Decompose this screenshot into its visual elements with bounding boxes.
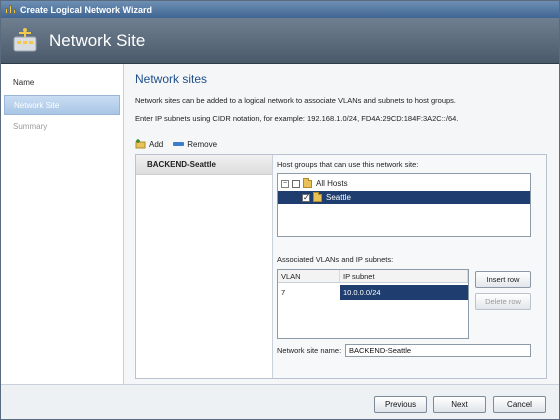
add-button[interactable]: Add [135, 139, 163, 149]
table-header: VLAN IP subnet [278, 270, 468, 283]
nav-item-name[interactable]: Name [4, 73, 120, 93]
insert-row-button[interactable]: Insert row [475, 271, 531, 288]
page-title: Network Site [49, 30, 146, 50]
wizard-footer: Previous Next Cancel [1, 384, 559, 419]
network-site-icon [11, 27, 39, 55]
tree-item-all-hosts[interactable]: − All Hosts [278, 177, 530, 190]
host-group-tree[interactable]: − All Hosts ✓ Seattle [277, 173, 531, 237]
site-name-label: Network site name: [277, 346, 342, 355]
folder-icon [303, 177, 312, 188]
tree-label: Seattle [326, 193, 351, 202]
previous-button[interactable]: Previous [374, 396, 427, 413]
nav-item-summary[interactable]: Summary [4, 117, 120, 137]
vlans-label: Associated VLANs and IP subnets: [277, 255, 394, 264]
add-label: Add [149, 139, 164, 149]
cidr-hint-text: Enter IP subnets using CIDR notation, fo… [135, 114, 459, 123]
remove-label: Remove [187, 139, 218, 149]
wizard-window: Create Logical Network Wizard Network Si… [0, 0, 560, 420]
table-row[interactable]: 7 10.0.0.0/24 [278, 285, 468, 300]
checkbox-seattle[interactable]: ✓ [302, 193, 310, 202]
list-item[interactable]: BACKEND-Seattle [136, 155, 272, 175]
section-heading: Network sites [135, 72, 208, 86]
remove-button[interactable]: Remove [173, 140, 217, 149]
site-list: BACKEND-Seattle [136, 155, 273, 378]
window-title: Create Logical Network Wizard [20, 4, 152, 15]
wizard-nav: Name Network Site Summary [1, 64, 124, 384]
network-site-panel: BACKEND-Seattle Host groups that can use… [135, 154, 547, 379]
folder-icon [313, 191, 322, 202]
tree-label: All Hosts [316, 179, 348, 188]
delete-row-button[interactable]: Delete row [475, 293, 531, 310]
checkbox-all-hosts[interactable] [292, 179, 300, 188]
add-icon [135, 139, 146, 149]
collapse-icon[interactable]: − [281, 179, 289, 188]
site-details: Host groups that can use this network si… [273, 155, 546, 378]
vlan-cell[interactable]: 7 [278, 285, 340, 300]
main-content: Network sites Network sites can be added… [125, 64, 559, 384]
column-header-vlan[interactable]: VLAN [278, 270, 340, 282]
host-groups-label: Host groups that can use this network si… [277, 160, 419, 169]
column-header-ip-subnet[interactable]: IP subnet [340, 270, 468, 282]
site-name-input[interactable] [345, 344, 531, 357]
site-toolbar: Add Remove [135, 137, 217, 151]
description-text: Network sites can be added to a logical … [135, 96, 457, 105]
subnet-cell[interactable]: 10.0.0.0/24 [340, 285, 468, 300]
nav-item-network-site[interactable]: Network Site [4, 95, 120, 115]
next-button[interactable]: Next [433, 396, 486, 413]
wizard-header: Network Site [1, 18, 559, 64]
title-bar: Create Logical Network Wizard [1, 1, 559, 18]
cancel-button[interactable]: Cancel [493, 396, 546, 413]
vlan-table[interactable]: VLAN IP subnet 7 10.0.0.0/24 [277, 269, 469, 339]
app-icon [5, 4, 16, 15]
tree-item-seattle[interactable]: ✓ Seattle [278, 191, 530, 204]
remove-icon [173, 142, 185, 146]
